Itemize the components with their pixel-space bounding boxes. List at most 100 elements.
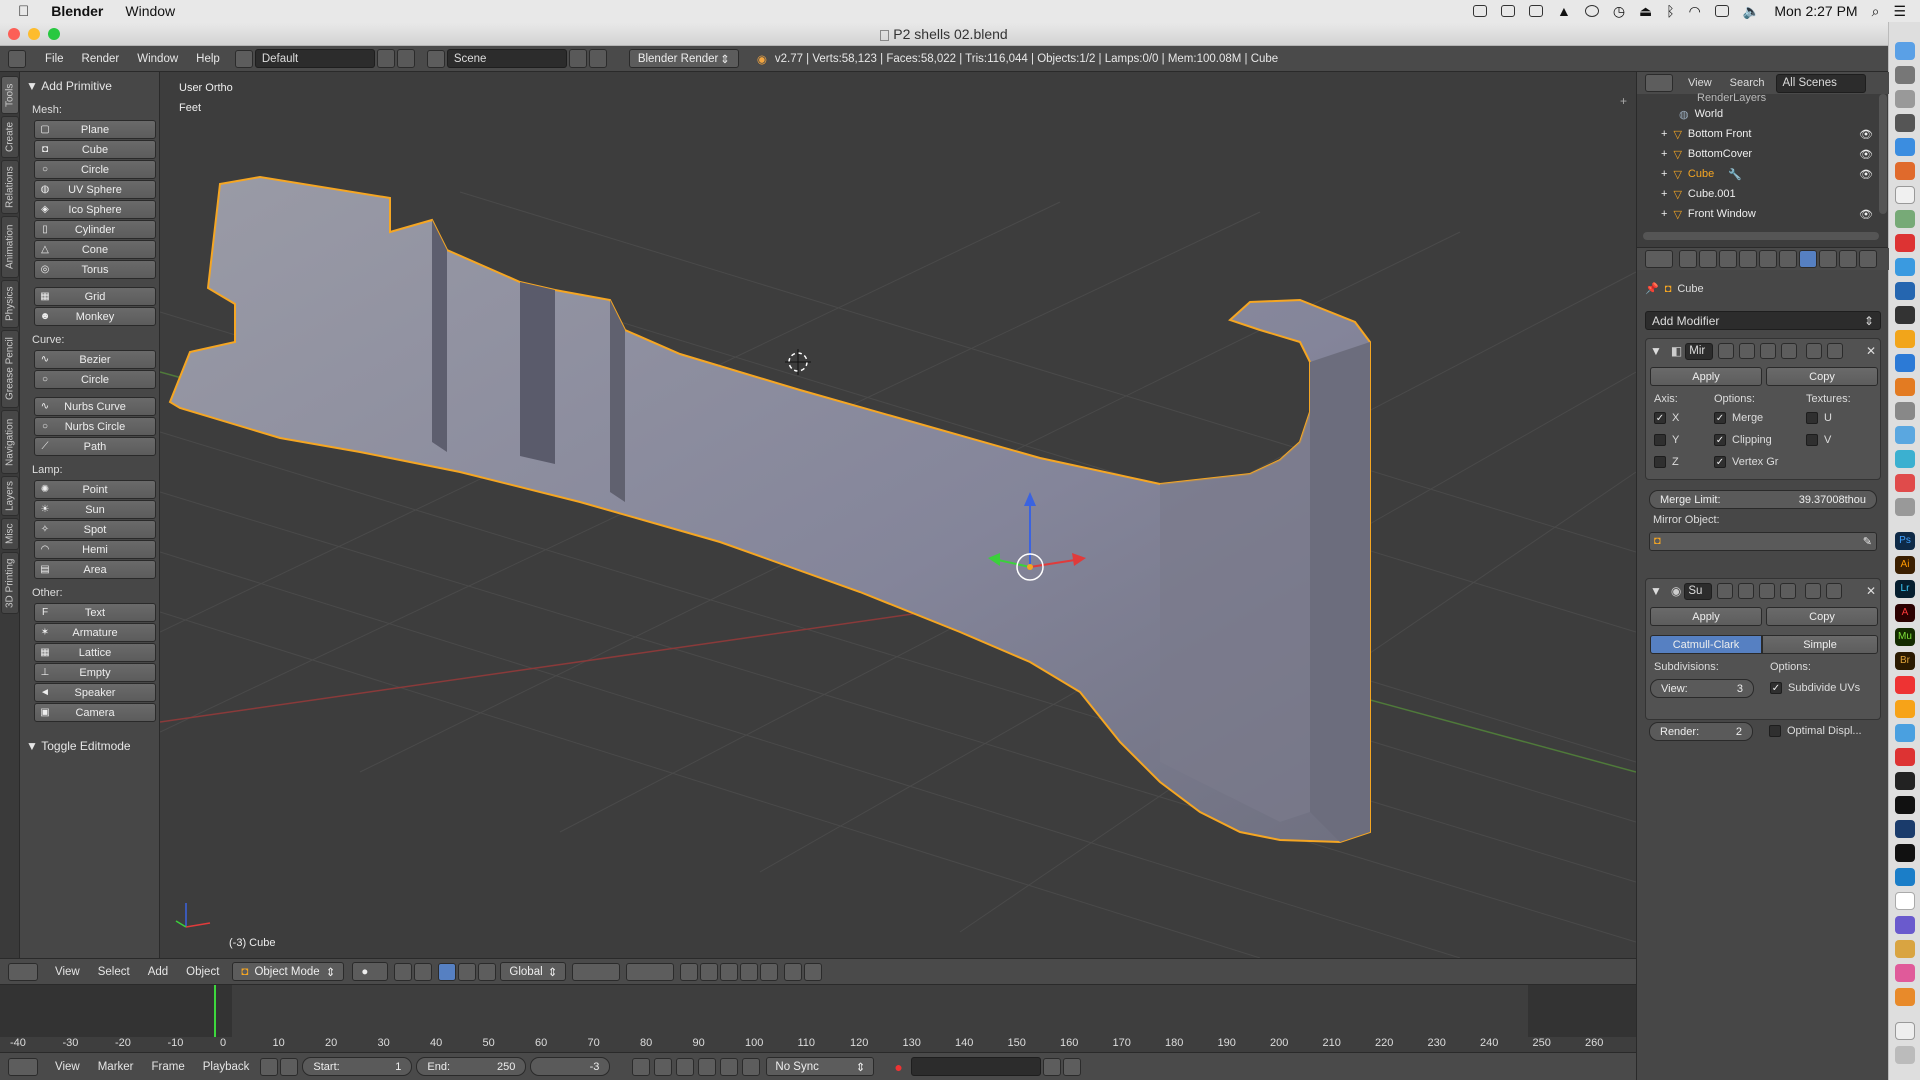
add-bezier-button[interactable]: ∿ Bezier [34,350,156,369]
app-menu[interactable]: Blender [51,3,103,19]
editor-type-icon[interactable] [8,962,38,981]
move-up-icon[interactable] [1805,583,1822,599]
proportional-edit-icon[interactable] [700,962,719,981]
clock[interactable]: Mon 2:27 PM [1774,3,1857,19]
remove-scene-button[interactable] [588,49,607,68]
pivot-icon[interactable] [394,962,413,981]
snap-target-icon[interactable] [760,962,779,981]
dock-app-icon[interactable] [1895,676,1915,694]
outliner-row-cube[interactable]: + ▽ Cube 🔧 👁 [1637,164,1873,184]
editmode-toggle-icon[interactable] [1760,343,1777,359]
viewport-corner-plus-icon[interactable]: + [1620,94,1627,108]
render-layers-tab-icon[interactable] [1699,250,1717,268]
render-preview-icon[interactable] [784,962,803,981]
toggle-editmode-panel-header[interactable]: ▼ Toggle Editmode [26,736,153,756]
tab-navigation[interactable]: Navigation [1,410,19,474]
viewport-toggle-icon[interactable] [1739,343,1756,359]
add-hemi-lamp-button[interactable]: ◠ Hemi [34,540,156,559]
layers-grid-icon[interactable] [572,962,621,981]
keying-set-field[interactable] [910,1057,1041,1076]
remove-layout-button[interactable] [396,49,415,68]
end-frame-field[interactable]: End: 250 [416,1057,527,1076]
window-menu[interactable]: Window [125,3,175,19]
menu-select[interactable]: Select [89,966,139,978]
scale-manipulator-icon[interactable] [478,962,497,981]
current-frame-indicator[interactable] [214,985,217,1037]
clipping-checkbox[interactable]: ✓ [1714,434,1726,446]
add-ico-sphere-button[interactable]: ◈ Ico Sphere [34,200,156,219]
add-monkey-button[interactable]: ☻ Monkey [34,307,156,326]
add-sun-lamp-button[interactable]: ☀ Sun [34,500,156,519]
insert-keyframe-icon[interactable] [1042,1057,1061,1076]
dock-app-icon[interactable] [1895,916,1915,934]
dock-app-icon[interactable] [1895,796,1915,814]
mode-dropdown[interactable]: ◘ Object Mode ⇕ [232,962,345,981]
texture-u-checkbox[interactable] [1806,412,1818,424]
time-machine-icon[interactable]: ◷ [1613,3,1625,20]
scene-icon[interactable] [426,49,445,68]
move-up-icon[interactable] [1806,343,1823,359]
start-frame-field[interactable]: Start: 1 [302,1057,413,1076]
timeline-area[interactable]: -40 -30 -20 -10 0 10 20 30 40 50 60 70 80 90 100 110 120… [0,984,1636,1052]
object-tab-icon[interactable] [1759,250,1777,268]
menu-marker[interactable]: Marker [89,1061,143,1073]
search-icon[interactable]: ⌕ [1872,3,1880,20]
tab-layers[interactable]: Layers [1,476,19,516]
jump-keyframe-back-icon[interactable] [654,1057,673,1076]
add-curve-circle-button[interactable]: ○ Circle [34,370,156,389]
dock-app-icon[interactable] [1895,186,1915,204]
dock-app-icon[interactable] [1895,258,1915,276]
bridge-icon[interactable]: Br [1895,652,1915,670]
play-reverse-icon[interactable] [676,1057,695,1076]
scene-tab-icon[interactable] [1719,250,1737,268]
trash-icon[interactable] [1895,1046,1915,1064]
dock-app-icon[interactable] [1895,426,1915,444]
simple-button[interactable]: Simple [1762,635,1878,654]
tab-relations[interactable]: Relations [1,160,19,214]
list-icon[interactable]: ☰ [1893,3,1906,20]
collapse-arrow-icon[interactable]: ▼ [1650,344,1662,358]
add-grid-button[interactable]: ▦ Grid [34,287,156,306]
dock-app-icon[interactable] [1895,772,1915,790]
visibility-eye-icon[interactable]: 👁 [1859,128,1873,141]
outliner-row-front-window[interactable]: + ▽ Front Window 👁 [1637,204,1873,224]
tab-animation[interactable]: Animation [1,216,19,278]
dock-app-icon[interactable] [1895,138,1915,156]
tab-misc[interactable]: Misc [1,518,19,550]
cloud-icon[interactable] [1528,5,1543,17]
tab-3d-printing[interactable]: 3D Printing [1,552,19,614]
play-icon[interactable] [698,1057,717,1076]
axis-x-checkbox[interactable]: ✓ [1654,412,1666,424]
pin-icon[interactable]: 📌 [1645,282,1659,295]
subdivide-uvs-checkbox[interactable]: ✓ [1770,682,1782,694]
menu-window[interactable]: Window [128,53,187,65]
tab-tools[interactable]: Tools [1,76,19,114]
add-speaker-button[interactable]: ◄ Speaker [34,683,156,702]
menu-file[interactable]: File [36,53,73,65]
menu-view[interactable]: View [46,1061,89,1073]
modifiers-tab-icon[interactable] [1799,250,1817,268]
remove-modifier-icon[interactable]: ✕ [1866,584,1876,598]
merge-checkbox[interactable]: ✓ [1714,412,1726,424]
catmull-clark-button[interactable]: Catmull-Clark [1650,635,1762,654]
add-scene-button[interactable] [568,49,587,68]
outliner-row-world[interactable]: ◍ World [1637,104,1873,124]
delete-keyframe-icon[interactable] [1062,1057,1081,1076]
shading-dropdown[interactable]: ● [352,962,389,981]
move-down-icon[interactable] [1826,583,1843,599]
mirror-apply-button[interactable]: Apply [1650,367,1762,386]
render-toggle-icon[interactable] [1717,583,1734,599]
minimize-window-button[interactable] [28,28,40,40]
remove-modifier-icon[interactable]: ✕ [1866,344,1876,358]
visibility-eye-icon[interactable]: 👁 [1859,148,1873,161]
dock-app-icon[interactable] [1895,90,1915,108]
dock-app-icon[interactable] [1895,724,1915,742]
mirror-modifier-name[interactable]: Mir [1685,342,1714,360]
constraints-tab-icon[interactable] [1779,250,1797,268]
tab-grease-pencil[interactable]: Grease Pencil [1,330,19,408]
dock-app-icon[interactable] [1895,306,1915,324]
layout-field[interactable]: Default [254,49,375,68]
lock-range-icon[interactable] [280,1057,299,1076]
add-camera-button[interactable]: ▣ Camera [34,703,156,722]
axis-z-checkbox[interactable] [1654,456,1666,468]
